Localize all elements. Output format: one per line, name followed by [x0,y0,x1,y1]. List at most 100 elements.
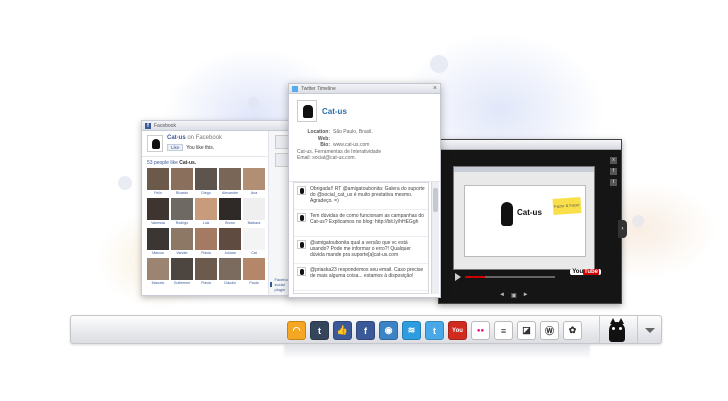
fan-card[interactable]: Ana [243,168,265,197]
fan-photo[interactable] [147,198,169,220]
twitter-name[interactable]: Cat-us [322,107,347,116]
fan-card[interactable]: Flávia [195,258,217,287]
fan-photo[interactable] [195,258,217,280]
fan-name[interactable]: Bárbara [243,220,265,226]
fan-photo[interactable] [171,228,193,250]
tweet-feed[interactable]: Obrigada!! RT @amigatoubonita: Galera do… [293,182,429,294]
close-icon[interactable]: × [433,85,437,92]
close-icon[interactable]: x [610,157,617,164]
twitter-titlebar[interactable]: Twitter Timeline [289,84,440,94]
side-thumb[interactable] [274,135,289,149]
fan-photo[interactable] [171,258,193,280]
fan-name[interactable]: Alexandre [219,190,241,196]
scrollbar-thumb[interactable] [433,188,438,212]
fan-name[interactable]: Cláudio [219,280,241,286]
fan-card[interactable]: Cláudio [219,258,241,287]
fan-photo[interactable] [147,258,169,280]
stack-icon[interactable]: ≋ [402,321,421,340]
grooveshark-icon[interactable]: ◠ [287,321,306,340]
twitter-share-icon[interactable]: t [610,179,617,186]
fan-card[interactable]: Felin [147,168,169,197]
facebook-window[interactable]: f Facebook Cat-us on Facebook Like You l… [141,120,294,296]
fan-photo[interactable] [171,198,193,220]
fan-name[interactable]: Diego [195,190,217,196]
facebook-like-icon[interactable]: 👍 [333,321,352,340]
fan-name[interactable]: Ricardo [171,190,193,196]
fan-photo[interactable] [147,168,169,190]
fan-card[interactable]: Alexandre [219,168,241,197]
fan-photo[interactable] [243,168,265,190]
fan-photo[interactable] [243,258,265,280]
video-frame[interactable]: Cat-us Fazer & Fazer [453,166,595,270]
fan-name[interactable]: Flávia [195,250,217,256]
fan-card[interactable]: Flávia [195,228,217,257]
fan-name[interactable]: Luiz [195,220,217,226]
fan-card[interactable]: Ricardo [171,168,193,197]
facebook-page-name[interactable]: Cat-us on Facebook [167,135,222,141]
twitter-window[interactable]: Twitter Timeline × Cat-us Location: São P… [288,83,441,298]
fan-card[interactable]: Luiz [195,198,217,227]
tumblr-icon[interactable]: t [310,321,329,340]
fan-photo[interactable] [219,168,241,190]
fan-name[interactable]: Ana [243,190,265,196]
fan-name[interactable]: Juliana [219,250,241,256]
fan-card[interactable]: Guilherme [171,258,193,287]
fan-name[interactable]: Bruno [219,220,241,226]
fan-card[interactable]: Cat [243,228,265,257]
youtube-titlebar[interactable] [439,140,621,150]
fan-name[interactable]: Rodrigo [171,220,193,226]
fan-card[interactable]: Rodrigo [171,198,193,227]
fan-card[interactable]: Juliana [219,228,241,257]
fan-card[interactable]: Bruno [219,198,241,227]
like-button[interactable]: Like [167,144,184,151]
facebook-share-icon[interactable]: f [610,168,617,175]
fan-name[interactable]: Vanessa [147,220,169,226]
fan-photo[interactable] [195,198,217,220]
fan-card[interactable]: Bárbara [243,198,265,227]
fan-photo[interactable] [243,228,265,250]
fan-photo[interactable] [243,198,265,220]
fan-name[interactable]: Cat [243,250,265,256]
fan-photo[interactable] [171,168,193,190]
fan-name[interactable]: Paula [243,280,265,286]
fan-photo[interactable] [219,258,241,280]
side-thumb[interactable] [274,153,289,167]
next-icon[interactable]: ► [523,292,529,299]
youtube-icon[interactable]: You [448,321,467,340]
flickr-icon[interactable]: ●● [471,321,490,340]
facebook-icon[interactable]: f [356,321,375,340]
photo-icon[interactable]: ◉ [379,321,398,340]
picasa-icon[interactable]: ✿ [563,321,582,340]
delicious-icon[interactable]: ◪ [517,321,536,340]
fan-name[interactable]: Marcelo [147,280,169,286]
fan-card[interactable]: Marcelo [147,258,169,287]
fan-card[interactable]: Marcus [147,228,169,257]
text-icon[interactable]: ≡ [494,321,513,340]
next-arrow-icon[interactable]: › [618,220,627,238]
tweet-scrollbar[interactable] [431,182,439,294]
fan-name[interactable]: Marcus [147,250,169,256]
play-icon[interactable] [455,273,461,281]
fan-photo[interactable] [219,228,241,250]
fan-name[interactable]: Vander [171,250,193,256]
fan-card[interactable]: Vander [171,228,193,257]
fan-name[interactable]: Guilherme [171,280,193,286]
fan-name[interactable]: Flávia [195,280,217,286]
wordpress-icon[interactable]: Ⓦ [540,321,559,340]
twitter-icon[interactable]: t [425,321,444,340]
youtube-window[interactable]: x f t Cat-us Fazer & Fazer YouTube ◄ ▣ ►… [438,139,627,304]
toolbar-dropdown-button[interactable] [637,316,661,344]
fan-card[interactable]: Vanessa [147,198,169,227]
prev-icon[interactable]: ◄ [499,292,505,299]
fan-card[interactable]: Paula [243,258,265,287]
fan-photo[interactable] [219,198,241,220]
fan-photo[interactable] [195,228,217,250]
fan-photo[interactable] [147,228,169,250]
fan-photo[interactable] [195,168,217,190]
fan-card[interactable]: Diego [195,168,217,197]
bio-link[interactable]: www.cat-us.com [333,142,369,149]
grid-icon[interactable]: ▣ [511,292,517,299]
fan-name[interactable]: Felin [147,190,169,196]
cat-logo[interactable] [599,316,633,344]
facebook-titlebar[interactable]: f Facebook [142,121,292,131]
